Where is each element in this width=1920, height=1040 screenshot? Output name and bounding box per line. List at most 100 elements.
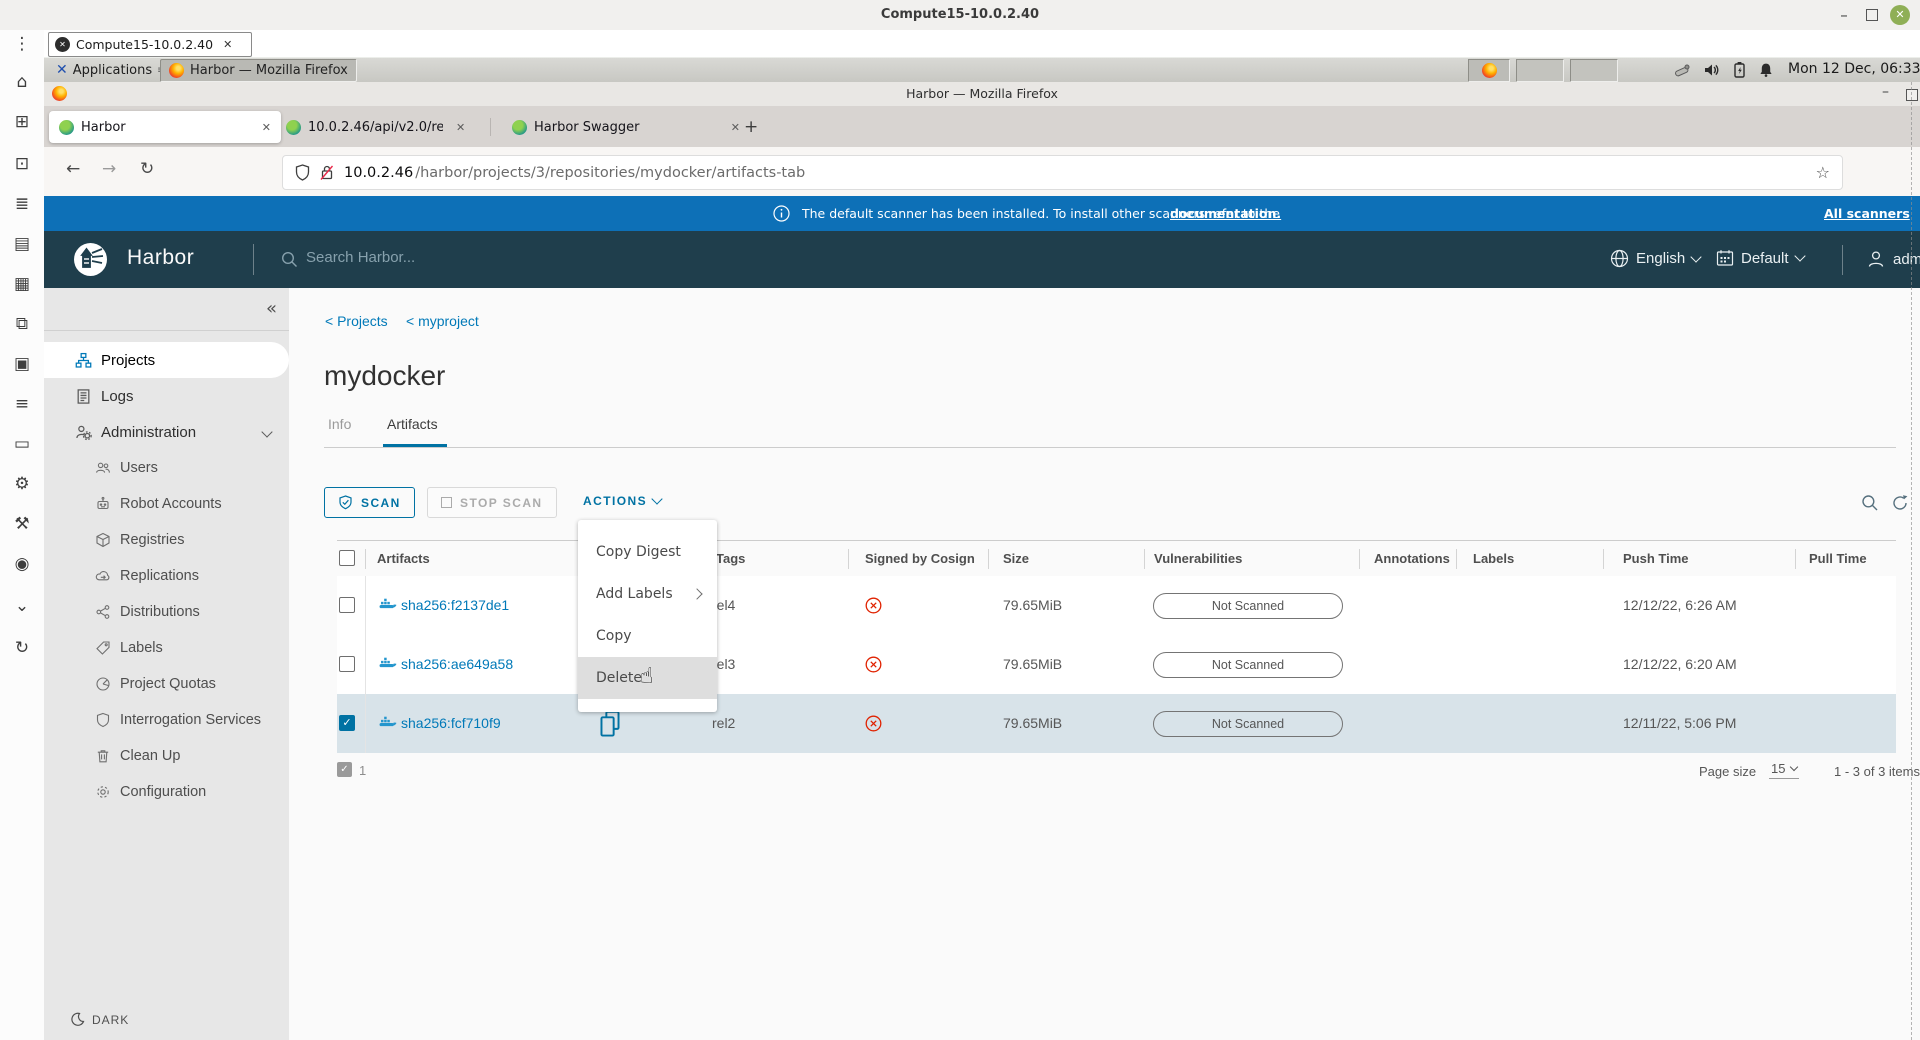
col-tags[interactable]: Tags <box>716 551 745 566</box>
menu-icon[interactable]: ⋮ <box>0 34 44 54</box>
harbor-logo[interactable] <box>72 241 109 278</box>
sidebar-item-project-quotas[interactable]: Project Quotas <box>44 666 289 702</box>
bookmark-star-icon[interactable]: ☆ <box>1816 163 1830 182</box>
panel-icon[interactable]: ▭ <box>0 434 44 454</box>
menu-item-copy-digest[interactable]: Copy Digest <box>578 531 717 573</box>
page-size-select[interactable]: 15 <box>1769 761 1799 779</box>
volume-icon[interactable] <box>1702 61 1722 79</box>
monitor-icon[interactable]: ▤ <box>0 234 44 254</box>
tray-firefox-slot[interactable] <box>1468 59 1510 82</box>
back-icon[interactable]: ← <box>66 159 80 179</box>
artifact-digest-link[interactable]: sha256:ae649a58 <box>401 656 513 672</box>
table-row[interactable]: sha256:f2137de1 rel4 79.65MiB Not Scanne… <box>337 576 1896 636</box>
sidebar-item-interrogation-services[interactable]: Interrogation Services <box>44 702 289 738</box>
tab-close-icon[interactable]: ✕ <box>262 121 271 134</box>
menu-item-add-labels[interactable]: Add Labels <box>578 573 717 615</box>
sidebar-item-users[interactable]: Users <box>44 450 289 486</box>
scan-button[interactable]: SCAN <box>324 487 415 518</box>
documentation-link[interactable]: documentation. <box>1170 206 1281 221</box>
sidebar-item-clean-up[interactable]: Clean Up <box>44 738 289 774</box>
sidebar-collapse-icon[interactable]: « <box>266 298 277 319</box>
theme-menu[interactable]: Default <box>1716 249 1804 267</box>
remote-tab-close-icon[interactable]: ✕ <box>223 38 232 51</box>
browser-tab-api[interactable]: 10.0.2.46/api/v2.0/retent ✕ <box>276 111 496 143</box>
battery-icon[interactable] <box>1730 61 1750 79</box>
search-input[interactable] <box>304 248 608 267</box>
breadcrumb-projects[interactable]: < Projects <box>325 313 388 329</box>
col-push-time[interactable]: Push Time <box>1623 551 1689 566</box>
windows-icon[interactable]: ▣ <box>0 354 44 374</box>
remote-tab[interactable]: ✕ Compute15-10.0.2.40 ✕ <box>48 32 252 57</box>
firefox-minimize-icon[interactable]: – <box>1882 84 1889 100</box>
chevron-down-icon[interactable]: ⌄ <box>0 596 44 616</box>
maximize-button[interactable] <box>1863 9 1879 25</box>
col-labels[interactable]: Labels <box>1473 551 1514 566</box>
grid-icon[interactable]: ▦ <box>0 274 44 294</box>
select-all-checkbox[interactable] <box>339 550 355 566</box>
screenshot-tool-icon[interactable] <box>1672 61 1692 79</box>
insecure-lock-icon[interactable] <box>319 164 335 181</box>
list-icon[interactable]: ≣ <box>0 194 44 214</box>
row-checkbox-checked[interactable]: ✓ <box>339 715 355 731</box>
breadcrumb-myproject[interactable]: < myproject <box>406 313 479 329</box>
browser-tab-harbor[interactable]: Harbor ✕ <box>49 111 281 143</box>
col-artifacts[interactable]: Artifacts <box>377 551 430 566</box>
page-number[interactable]: 1 <box>359 763 366 778</box>
taskbar-window-button[interactable]: Harbor — Mozilla Firefox <box>160 59 357 82</box>
new-tab-button[interactable]: + <box>744 116 758 138</box>
language-menu[interactable]: English <box>1610 249 1700 268</box>
tracking-shield-icon[interactable] <box>295 164 310 181</box>
grid-search-icon[interactable] <box>1861 494 1879 512</box>
browser-tab-swagger[interactable]: Harbor Swagger ✕ <box>502 111 750 143</box>
reload-icon[interactable]: ↻ <box>140 159 154 179</box>
sidebar-item-configuration[interactable]: Configuration <box>44 774 289 810</box>
grid-refresh-icon[interactable] <box>1891 494 1909 512</box>
col-vulnerabilities[interactable]: Vulnerabilities <box>1154 551 1242 566</box>
menu-item-copy[interactable]: Copy <box>578 615 717 657</box>
stop-scan-button[interactable]: STOP SCAN <box>427 487 557 518</box>
footer-select-indicator[interactable]: ✓ <box>337 762 352 777</box>
copy-digest-icon[interactable] <box>599 710 621 738</box>
dark-mode-toggle[interactable]: DARK <box>70 1012 129 1027</box>
artifact-digest-link[interactable]: sha256:f2137de1 <box>401 597 509 613</box>
add-window-icon[interactable]: ⊞ <box>0 112 44 132</box>
applications-menu[interactable]: ✕ Applications ≡ <box>50 59 172 81</box>
fullscreen-icon[interactable]: ⊡ <box>0 154 44 174</box>
minimize-button[interactable]: – <box>1836 7 1852 23</box>
actions-dropdown-button[interactable]: ACTIONS <box>583 494 661 508</box>
artifact-digest-link[interactable]: sha256:fcf710f9 <box>401 715 501 731</box>
refresh-icon[interactable]: ↻ <box>0 638 44 658</box>
sidebar-item-logs[interactable]: Logs <box>44 378 289 414</box>
copy-frame-icon[interactable]: ⧉ <box>0 314 44 334</box>
forward-icon[interactable]: → <box>102 159 116 179</box>
all-scanners-link[interactable]: All scanners <box>1824 206 1910 221</box>
hamburger-icon[interactable]: ≡ <box>0 394 44 414</box>
sidebar-item-labels[interactable]: Labels <box>44 630 289 666</box>
sidebar-item-administration[interactable]: Administration <box>44 414 289 450</box>
col-size[interactable]: Size <box>1003 551 1029 566</box>
close-button[interactable]: ✕ <box>1890 5 1910 25</box>
tab-info[interactable]: Info <box>328 416 351 440</box>
url-bar[interactable]: 10.0.2.46/harbor/projects/3/repositories… <box>282 155 1843 190</box>
tab-close-icon[interactable]: ✕ <box>456 121 465 134</box>
sidebar-item-projects[interactable]: Projects <box>44 342 289 378</box>
bell-icon[interactable] <box>1756 61 1776 79</box>
home-icon[interactable]: ⌂ <box>0 72 44 92</box>
tab-artifacts[interactable]: Artifacts <box>387 416 438 440</box>
gear-icon[interactable]: ⚙ <box>0 474 44 494</box>
sidebar-item-registries[interactable]: Registries <box>44 522 289 558</box>
table-row[interactable]: sha256:ae649a58 rel3 79.65MiB Not Scanne… <box>337 635 1896 695</box>
row-checkbox[interactable] <box>339 597 355 613</box>
row-checkbox[interactable] <box>339 656 355 672</box>
firefox-maximize-icon[interactable] <box>1906 89 1918 101</box>
sidebar-item-robot-accounts[interactable]: Robot Accounts <box>44 486 289 522</box>
col-signed[interactable]: Signed by Cosign <box>865 551 975 566</box>
sidebar-item-replications[interactable]: Replications <box>44 558 289 594</box>
tab-close-icon[interactable]: ✕ <box>731 121 740 134</box>
brand-name[interactable]: Harbor <box>127 246 194 270</box>
col-pull-time[interactable]: Pull Time <box>1809 551 1867 566</box>
table-row-selected[interactable]: ✓ sha256:fcf710f9 rel2 79.65MiB Not Scan… <box>337 694 1896 754</box>
tools-icon[interactable]: ⚒ <box>0 514 44 534</box>
col-annotations[interactable]: Annotations <box>1374 551 1450 566</box>
sidebar-item-distributions[interactable]: Distributions <box>44 594 289 630</box>
